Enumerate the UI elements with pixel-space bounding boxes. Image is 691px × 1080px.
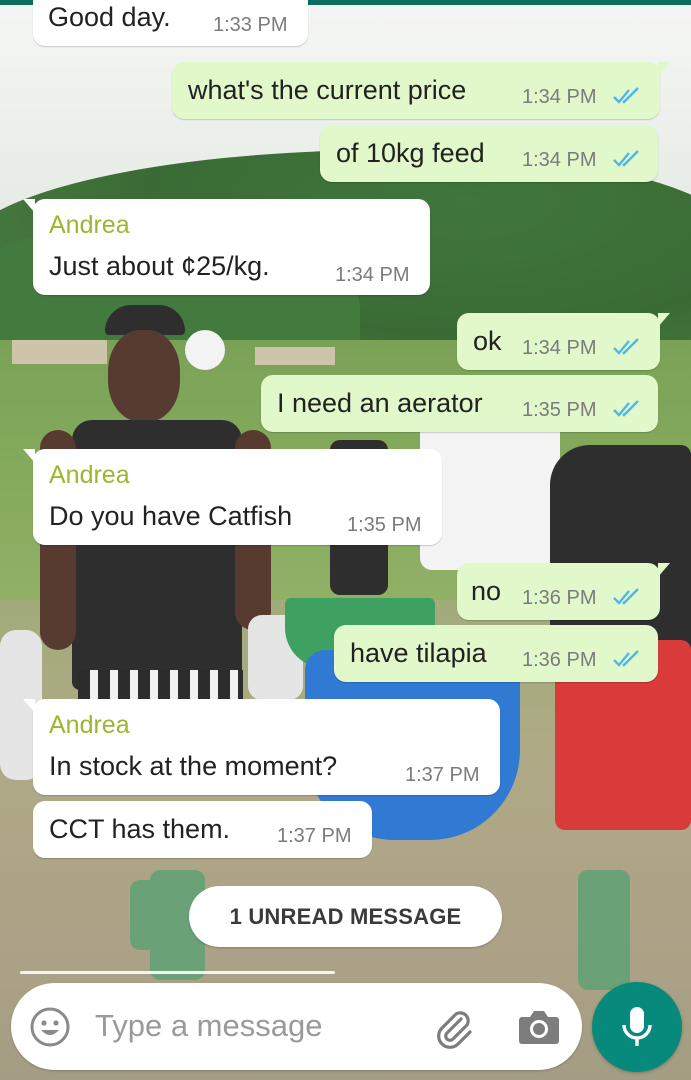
message-time: 1:34 PM: [522, 337, 597, 359]
message-text: CCT has them.: [49, 814, 231, 844]
outgoing-message[interactable]: no 1:36 PM: [457, 563, 670, 620]
message-composer: [11, 983, 582, 1070]
message-time: 1:33 PM: [213, 14, 288, 36]
message-text: what's the current price: [188, 75, 467, 105]
incoming-message[interactable]: Andrea In stock at the moment? 1:37 PM: [23, 699, 500, 795]
message-input[interactable]: [93, 1003, 397, 1049]
sender-name: Andrea: [49, 461, 130, 489]
message-text: have tilapia: [350, 638, 487, 668]
sender-name: Andrea: [49, 211, 130, 239]
outgoing-message[interactable]: ok 1:34 PM: [457, 313, 670, 370]
microphone-icon: [622, 1007, 652, 1046]
message-time: 1:35 PM: [522, 399, 597, 421]
message-text: no: [471, 576, 502, 606]
message-time: 1:36 PM: [522, 587, 597, 609]
outgoing-message[interactable]: I need an aerator 1:35 PM: [261, 375, 658, 432]
outgoing-message[interactable]: of 10kg feed 1:34 PM: [320, 125, 658, 182]
message-time: 1:34 PM: [522, 86, 597, 108]
incoming-message[interactable]: CCT has them. 1:37 PM: [33, 801, 372, 858]
message-text: Just about ¢25/kg.: [49, 251, 270, 281]
message-time: 1:37 PM: [405, 764, 480, 786]
read-ticks-icon: [613, 338, 639, 355]
outgoing-message[interactable]: have tilapia 1:36 PM: [334, 625, 658, 682]
message-text: In stock at the moment?: [49, 751, 338, 781]
message-text: Good day.: [48, 2, 171, 32]
incoming-message[interactable]: Good day. 1:33 PM: [33, 0, 308, 46]
attach-icon[interactable]: [431, 1005, 475, 1049]
message-text: Do you have Catfish: [49, 501, 293, 531]
message-text: ok: [473, 326, 502, 356]
voice-record-button[interactable]: [592, 982, 682, 1072]
read-ticks-icon: [613, 150, 639, 167]
incoming-message[interactable]: Andrea Just about ¢25/kg. 1:34 PM: [23, 199, 430, 295]
outgoing-message[interactable]: what's the current price 1:34 PM: [172, 62, 670, 119]
message-time: 1:36 PM: [522, 649, 597, 671]
read-ticks-icon: [613, 650, 639, 667]
unread-messages-label: 1 UNREAD MESSAGE: [229, 903, 462, 929]
message-time: 1:35 PM: [347, 514, 422, 536]
read-ticks-icon: [613, 400, 639, 417]
message-time: 1:34 PM: [335, 264, 410, 286]
message-time: 1:37 PM: [277, 825, 352, 847]
message-text: I need an aerator: [277, 388, 483, 418]
sender-name: Andrea: [49, 711, 130, 739]
incoming-message[interactable]: Andrea Do you have Catfish 1:35 PM: [23, 449, 442, 545]
message-text: of 10kg feed: [336, 138, 485, 168]
read-ticks-icon: [613, 87, 639, 104]
camera-icon[interactable]: [516, 1007, 560, 1047]
unread-messages-banner[interactable]: 1 UNREAD MESSAGE: [189, 886, 502, 947]
scroll-indicator: [20, 971, 335, 974]
message-time: 1:34 PM: [522, 149, 597, 171]
read-ticks-icon: [613, 588, 639, 605]
emoji-icon[interactable]: [29, 1006, 71, 1048]
